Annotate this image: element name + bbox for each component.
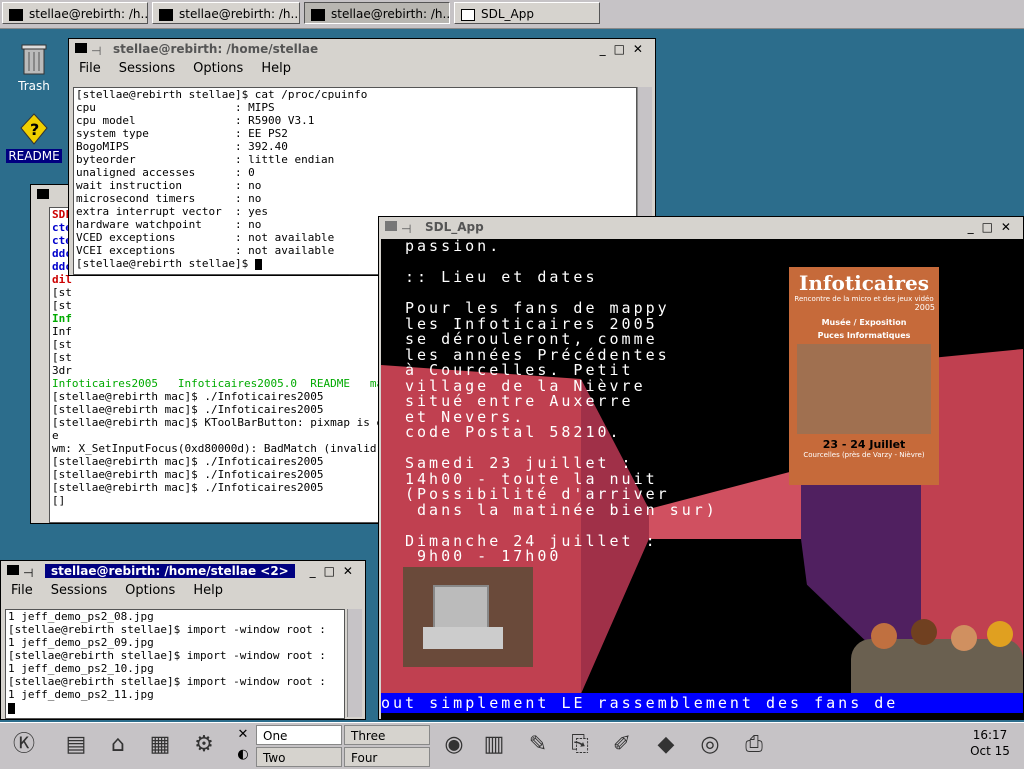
printer-icon[interactable]: ⎙ [736, 727, 772, 763]
window-controls[interactable]: _□✕ [600, 39, 651, 59]
trash-icon [21, 44, 47, 75]
kde-menu-icon[interactable]: Ⓚ [6, 727, 42, 763]
desktop-button-three[interactable]: Three [344, 725, 430, 745]
clock[interactable]: 16:17 Oct 15 [960, 727, 1020, 759]
sdl-scroller-text: passion. :: Lieu et dates Pour les fans … [405, 239, 718, 565]
task-button-terminal-2[interactable]: stellae@rebirth: /h... [152, 2, 300, 24]
window-terminal-2: ⊣ stellae@rebirth: /home/stellae <2> _□✕… [0, 560, 366, 720]
terminal-icon [9, 8, 23, 21]
menu-help[interactable]: Help [261, 61, 291, 76]
pin-icon[interactable]: ⊣ [23, 563, 33, 583]
media-player-icon[interactable]: ◎ [692, 727, 728, 763]
terminal-output[interactable]: 1 jeff_demo_ps2_08.jpg [stellae@rebirth s… [5, 609, 345, 719]
scrollbar[interactable] [347, 609, 362, 717]
menu-sessions[interactable]: Sessions [51, 583, 107, 598]
window-menu-icon[interactable] [7, 565, 19, 575]
calculator-icon[interactable]: ▥ [476, 727, 512, 763]
menu-options[interactable]: Options [125, 583, 175, 598]
lock-logout-buttons[interactable]: ✕ ◐ [234, 725, 252, 765]
desktop-button-four[interactable]: Four [344, 747, 430, 767]
bottom-panel: Ⓚ ▤ ⌂ ▦ ⚙ ✕ ◐ One Three Two Four ◉ ▥ ✎ ⎘ … [0, 722, 1024, 769]
graphics-icon[interactable]: ◆ [648, 727, 684, 763]
menubar: File Sessions Options Help [1, 581, 365, 601]
sdl-canvas[interactable]: passion. :: Lieu et dates Pour les fans … [381, 239, 1023, 719]
menu-file[interactable]: File [11, 583, 33, 598]
menu-help[interactable]: Help [193, 583, 223, 598]
computer-photo [403, 567, 533, 667]
poster-illustration [797, 344, 931, 434]
window-menu-icon[interactable] [37, 189, 49, 199]
window-controls[interactable]: _□✕ [310, 561, 361, 581]
app-icon [461, 8, 475, 21]
window-controls[interactable]: _□✕ [968, 217, 1019, 237]
readme-icon: ? [20, 113, 48, 145]
window-menu-icon[interactable] [75, 43, 87, 53]
game-characters-image [851, 619, 1023, 693]
svg-text:?: ? [30, 120, 39, 139]
window-sdl-app: ⊣ SDL_App _□✕ passion. :: Lieu et dates … [378, 216, 1024, 720]
text-cursor [254, 259, 262, 270]
pin-icon[interactable]: ⊣ [401, 219, 411, 239]
event-poster: Infoticaires Rencontre de la micro et de… [789, 267, 939, 485]
home-folder-icon[interactable]: ⌂ [100, 727, 136, 763]
text-editor-icon[interactable]: ✎ [520, 727, 556, 763]
menu-file[interactable]: File [79, 61, 101, 76]
text-cursor [8, 703, 15, 714]
desktop-button-one[interactable]: One [256, 725, 342, 745]
window-titlebar[interactable]: ⊣ stellae@rebirth: /home/stellae <2> _□✕ [1, 561, 365, 581]
window-menu-icon[interactable] [385, 221, 397, 231]
window-title: stellae@rebirth: /home/stellae [113, 42, 319, 56]
desktop-button-two[interactable]: Two [256, 747, 342, 767]
terminal-launcher-icon[interactable]: ▦ [142, 727, 178, 763]
menubar: File Sessions Options Help [69, 59, 655, 79]
network-icon[interactable]: ⎘ [562, 727, 598, 763]
window-titlebar[interactable]: ⊣ stellae@rebirth: /home/stellae _□✕ [69, 39, 655, 59]
pin-icon[interactable]: ⊣ [91, 41, 101, 61]
desktop-icon-trash[interactable]: Trash [14, 42, 54, 93]
control-center-icon[interactable]: ⚙ [186, 727, 222, 763]
scrolling-ticker: out simplement LE rassemblement des fans… [381, 693, 1023, 713]
window-title: stellae@rebirth: /home/stellae <2> [45, 564, 295, 578]
menu-options[interactable]: Options [193, 61, 243, 76]
task-button-terminal-3[interactable]: stellae@rebirth: /h... [304, 2, 450, 24]
top-taskbar: stellae@rebirth: /h... stellae@rebirth: … [0, 0, 1024, 29]
terminal-icon [311, 8, 325, 21]
window-titlebar[interactable]: ⊣ SDL_App _□✕ [379, 217, 1023, 237]
terminal-icon [159, 8, 173, 21]
window-title: SDL_App [425, 220, 484, 234]
task-button-terminal-1[interactable]: stellae@rebirth: /h... [2, 2, 148, 24]
menu-sessions[interactable]: Sessions [119, 61, 175, 76]
desktop-icon-readme[interactable]: ? README [4, 112, 64, 163]
help-icon[interactable]: ◉ [436, 727, 472, 763]
task-button-sdl-app[interactable]: SDL_App [454, 2, 600, 24]
paint-icon[interactable]: ✐ [604, 727, 640, 763]
window-list-icon[interactable]: ▤ [58, 727, 94, 763]
